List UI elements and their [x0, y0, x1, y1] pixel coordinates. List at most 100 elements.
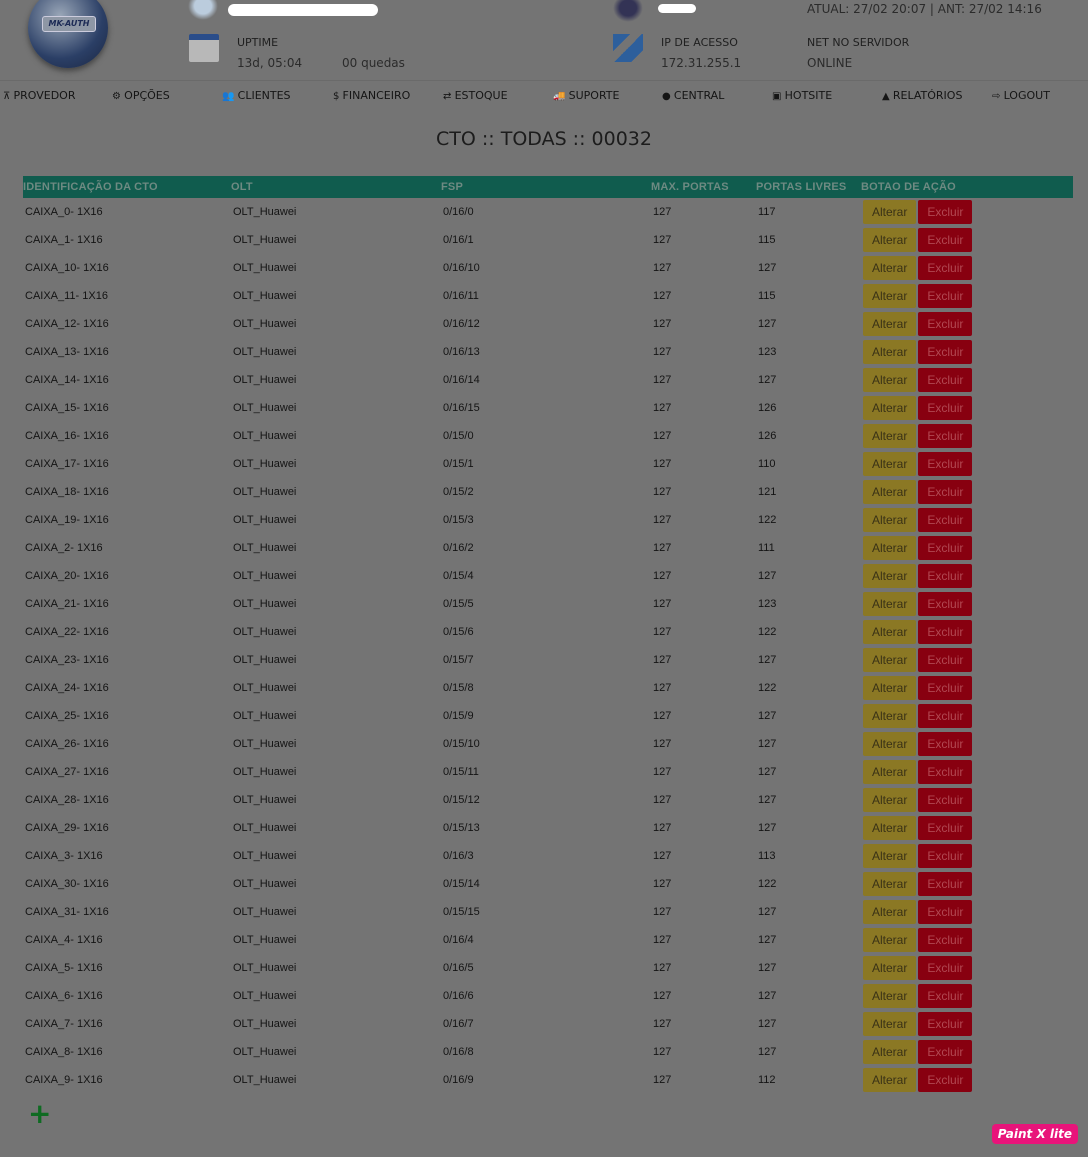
excluir-button[interactable]: Excluir — [918, 788, 973, 812]
excluir-button[interactable]: Excluir — [918, 452, 973, 476]
alterar-button[interactable]: Alterar — [863, 676, 917, 700]
fsp-cell: 0/16/8 — [443, 1046, 474, 1058]
nav-item-logout[interactable]: ⇨ LOGOUT — [992, 89, 1050, 102]
col-id[interactable]: IDENTIFICAÇÃO DA CTO — [23, 176, 231, 198]
add-cto-button[interactable]: + — [28, 1097, 51, 1130]
excluir-button[interactable]: Excluir — [918, 900, 973, 924]
alterar-button[interactable]: Alterar — [863, 844, 917, 868]
excluir-button[interactable]: Excluir — [918, 284, 973, 308]
excluir-button[interactable]: Excluir — [918, 760, 973, 784]
excluir-button[interactable]: Excluir — [918, 480, 973, 504]
excluir-button[interactable]: Excluir — [918, 1068, 973, 1092]
paint-x-lite-badge[interactable]: Paint X lite — [991, 1124, 1078, 1144]
nav-item-hotsite[interactable]: ▣ HOTSITE — [772, 89, 832, 102]
excluir-button[interactable]: Excluir — [918, 536, 973, 560]
alterar-button[interactable]: Alterar — [863, 760, 917, 784]
excluir-button[interactable]: Excluir — [918, 228, 973, 252]
excluir-button[interactable]: Excluir — [918, 648, 973, 672]
excluir-button[interactable]: Excluir — [918, 956, 973, 980]
alterar-button[interactable]: Alterar — [863, 592, 917, 616]
mk-auth-logo[interactable]: MK-AUTH — [28, 0, 108, 68]
alterar-button[interactable]: Alterar — [863, 1068, 917, 1092]
fsp-cell: 0/16/6 — [443, 990, 474, 1002]
actions-cell: Alterar Excluir — [861, 422, 1073, 450]
alterar-button[interactable]: Alterar — [863, 928, 917, 952]
olt-cell: OLT_Huawei — [233, 1074, 297, 1086]
excluir-button[interactable]: Excluir — [918, 396, 973, 420]
excluir-button[interactable]: Excluir — [918, 872, 973, 896]
alterar-button[interactable]: Alterar — [863, 452, 917, 476]
nav-item-estoque[interactable]: ⇄ ESTOQUE — [443, 89, 508, 102]
alterar-button[interactable]: Alterar — [863, 956, 917, 980]
excluir-button[interactable]: Excluir — [918, 340, 973, 364]
alterar-button[interactable]: Alterar — [863, 368, 917, 392]
excluir-button[interactable]: Excluir — [918, 592, 973, 616]
alterar-button[interactable]: Alterar — [863, 284, 917, 308]
actions-cell: Alterar Excluir — [861, 982, 1073, 1010]
excluir-button[interactable]: Excluir — [918, 928, 973, 952]
excluir-button[interactable]: Excluir — [918, 732, 973, 756]
alterar-button[interactable]: Alterar — [863, 704, 917, 728]
excluir-button[interactable]: Excluir — [918, 424, 973, 448]
col-olt[interactable]: OLT — [231, 176, 441, 198]
alterar-button[interactable]: Alterar — [863, 648, 917, 672]
alterar-button[interactable]: Alterar — [863, 620, 917, 644]
alterar-button[interactable]: Alterar — [863, 564, 917, 588]
alterar-button[interactable]: Alterar — [863, 340, 917, 364]
alterar-button[interactable]: Alterar — [863, 900, 917, 924]
cto-id-cell: CAIXA_22- 1X16 — [25, 626, 109, 638]
excluir-button[interactable]: Excluir — [918, 704, 973, 728]
alterar-button[interactable]: Alterar — [863, 788, 917, 812]
fsp-cell: 0/15/10 — [443, 738, 480, 750]
alterar-button[interactable]: Alterar — [863, 508, 917, 532]
excluir-button[interactable]: Excluir — [918, 200, 973, 224]
col-fsp[interactable]: FSP — [441, 176, 651, 198]
col-max-ports[interactable]: MAX. PORTAS — [651, 176, 756, 198]
excluir-button[interactable]: Excluir — [918, 984, 973, 1008]
excluir-button[interactable]: Excluir — [918, 676, 973, 700]
alterar-button[interactable]: Alterar — [863, 396, 917, 420]
nav-item-suporte[interactable]: 🚚 SUPORTE — [553, 89, 619, 102]
alterar-button[interactable]: Alterar — [863, 228, 917, 252]
excluir-button[interactable]: Excluir — [918, 1040, 973, 1064]
excluir-button[interactable]: Excluir — [918, 1012, 973, 1036]
actions-cell: Alterar Excluir — [861, 898, 1073, 926]
nav-item-provedor[interactable]: ⊼ PROVEDOR — [3, 89, 76, 102]
table-row: CAIXA_12- 1X16 OLT_Huawei 0/16/12 127 127 Alt… — [23, 310, 1073, 338]
fsp-cell: 0/15/2 — [443, 486, 474, 498]
alterar-button[interactable]: Alterar — [863, 424, 917, 448]
max-ports-cell: 127 — [653, 570, 672, 582]
alterar-button[interactable]: Alterar — [863, 256, 917, 280]
excluir-button[interactable]: Excluir — [918, 844, 973, 868]
fsp-cell: 0/16/15 — [443, 402, 480, 414]
alterar-button[interactable]: Alterar — [863, 200, 917, 224]
alterar-button[interactable]: Alterar — [863, 984, 917, 1008]
excluir-button[interactable]: Excluir — [918, 368, 973, 392]
alterar-button[interactable]: Alterar — [863, 732, 917, 756]
excluir-button[interactable]: Excluir — [918, 564, 973, 588]
alterar-button[interactable]: Alterar — [863, 480, 917, 504]
free-ports-cell: 115 — [758, 234, 776, 246]
nav-item-clientes[interactable]: 👥 CLIENTES — [222, 89, 291, 102]
olt-cell: OLT_Huawei — [233, 234, 297, 246]
cto-id-cell: CAIXA_23- 1X16 — [25, 654, 109, 666]
nav-item-relatórios[interactable]: ▲ RELATÓRIOS — [882, 89, 962, 102]
max-ports-cell: 127 — [653, 682, 672, 694]
nav-item-financeiro[interactable]: $ FINANCEIRO — [333, 89, 410, 102]
excluir-button[interactable]: Excluir — [918, 312, 973, 336]
alterar-button[interactable]: Alterar — [863, 1012, 917, 1036]
alterar-button[interactable]: Alterar — [863, 312, 917, 336]
alterar-button[interactable]: Alterar — [863, 536, 917, 560]
alterar-button[interactable]: Alterar — [863, 816, 917, 840]
alterar-button[interactable]: Alterar — [863, 1040, 917, 1064]
excluir-button[interactable]: Excluir — [918, 508, 973, 532]
nav-item-central[interactable]: ● CENTRAL — [662, 89, 724, 102]
col-free-ports[interactable]: PORTAS LIVRES — [756, 176, 861, 198]
excluir-button[interactable]: Excluir — [918, 620, 973, 644]
excluir-button[interactable]: Excluir — [918, 816, 973, 840]
nav-item-opções[interactable]: ⚙ OPÇÕES — [112, 89, 170, 102]
olt-cell: OLT_Huawei — [233, 766, 297, 778]
alterar-button[interactable]: Alterar — [863, 872, 917, 896]
excluir-button[interactable]: Excluir — [918, 256, 973, 280]
fsp-cell: 0/16/2 — [443, 542, 474, 554]
